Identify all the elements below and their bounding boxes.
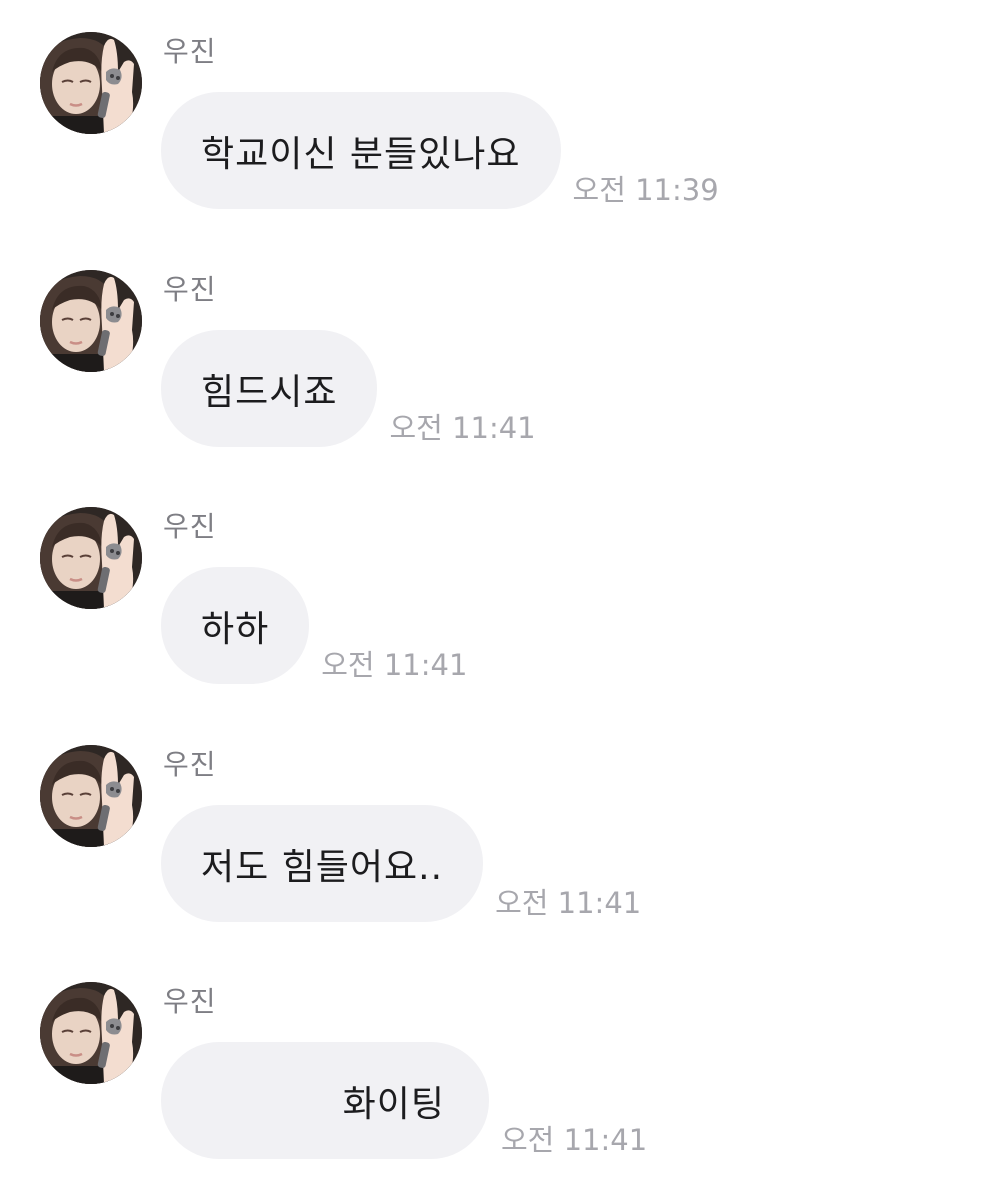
message-group: 우진 힘드시죠 오전 11:41: [0, 238, 994, 447]
avatar[interactable]: [40, 32, 142, 134]
message-group: 우진 학교이신 분들있나요 오전 11:39: [0, 0, 994, 209]
message-timestamp: 오전 11:41: [321, 648, 468, 682]
message-timestamp: 오전 11:41: [501, 1123, 648, 1157]
message-group: 우진 화이팅 오전 11:41: [0, 950, 994, 1159]
avatar[interactable]: [40, 982, 142, 1084]
message-bubble[interactable]: 화이팅: [161, 1042, 489, 1159]
message-bubble[interactable]: 저도 힘들어요..: [161, 805, 484, 922]
message-bubble[interactable]: 힘드시죠: [161, 330, 378, 447]
sender-name: 우진: [163, 985, 217, 1018]
message-timestamp: 오전 11:41: [495, 886, 642, 920]
message-row: 화이팅 오전 11:41: [161, 1042, 647, 1159]
avatar-photo: [40, 32, 142, 134]
avatar-photo: [40, 507, 142, 609]
avatar-photo: [40, 745, 142, 847]
sender-name: 우진: [163, 748, 217, 781]
sender-name: 우진: [163, 35, 217, 68]
message-row: 학교이신 분들있나요 오전 11:39: [161, 92, 719, 209]
avatar[interactable]: [40, 507, 142, 609]
avatar-photo: [40, 270, 142, 372]
message-group: 우진 저도 힘들어요.. 오전 11:41: [0, 713, 994, 922]
sender-name: 우진: [163, 510, 217, 543]
chat-thread: 우진 학교이신 분들있나요 오전 11:39 우진 힘드시죠 오전 11:41 …: [0, 0, 994, 1200]
message-row: 힘드시죠 오전 11:41: [161, 330, 536, 447]
sender-name: 우진: [163, 273, 217, 306]
message-row: 저도 힘들어요.. 오전 11:41: [161, 805, 641, 922]
message-group: 우진 하하 오전 11:41: [0, 475, 994, 684]
message-bubble[interactable]: 학교이신 분들있나요: [161, 92, 561, 209]
message-timestamp: 오전 11:41: [389, 411, 536, 445]
message-bubble[interactable]: 하하: [161, 567, 310, 684]
avatar[interactable]: [40, 270, 142, 372]
message-row: 하하 오전 11:41: [161, 567, 467, 684]
avatar-photo: [40, 982, 142, 1084]
avatar[interactable]: [40, 745, 142, 847]
message-timestamp: 오전 11:39: [572, 173, 719, 207]
